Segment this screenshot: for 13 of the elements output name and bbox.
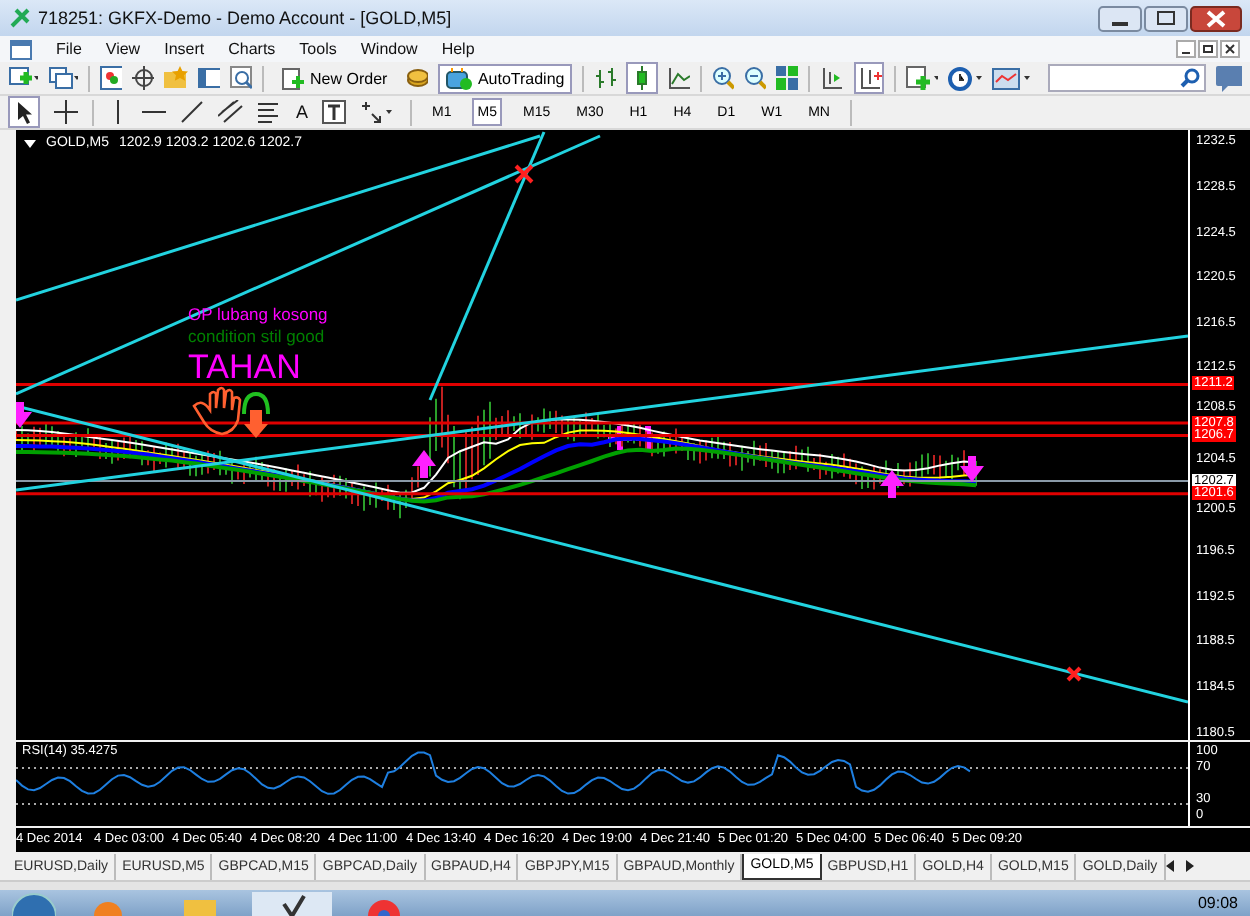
- chart-annotation[interactable]: condition stil good: [188, 326, 325, 346]
- window-title: 718251: GKFX-Demo - Demo Account - [GOLD,M5]: [38, 8, 452, 28]
- clock: 09:08: [1197, 894, 1238, 912]
- autotrading-button[interactable]: AutoTrading: [437, 63, 573, 93]
- text-tool[interactable]: A: [296, 102, 309, 122]
- chart-annotation[interactable]: TAHAN: [188, 348, 301, 386]
- menu-item[interactable]: Insert: [164, 40, 205, 58]
- menu-item[interactable]: Charts: [228, 40, 276, 58]
- menu-item[interactable]: Window: [360, 40, 418, 58]
- menu-item[interactable]: File: [56, 40, 82, 58]
- menu-item[interactable]: View: [105, 40, 141, 58]
- menu-item[interactable]: Tools: [299, 40, 337, 58]
- menu-item[interactable]: Help: [441, 40, 475, 58]
